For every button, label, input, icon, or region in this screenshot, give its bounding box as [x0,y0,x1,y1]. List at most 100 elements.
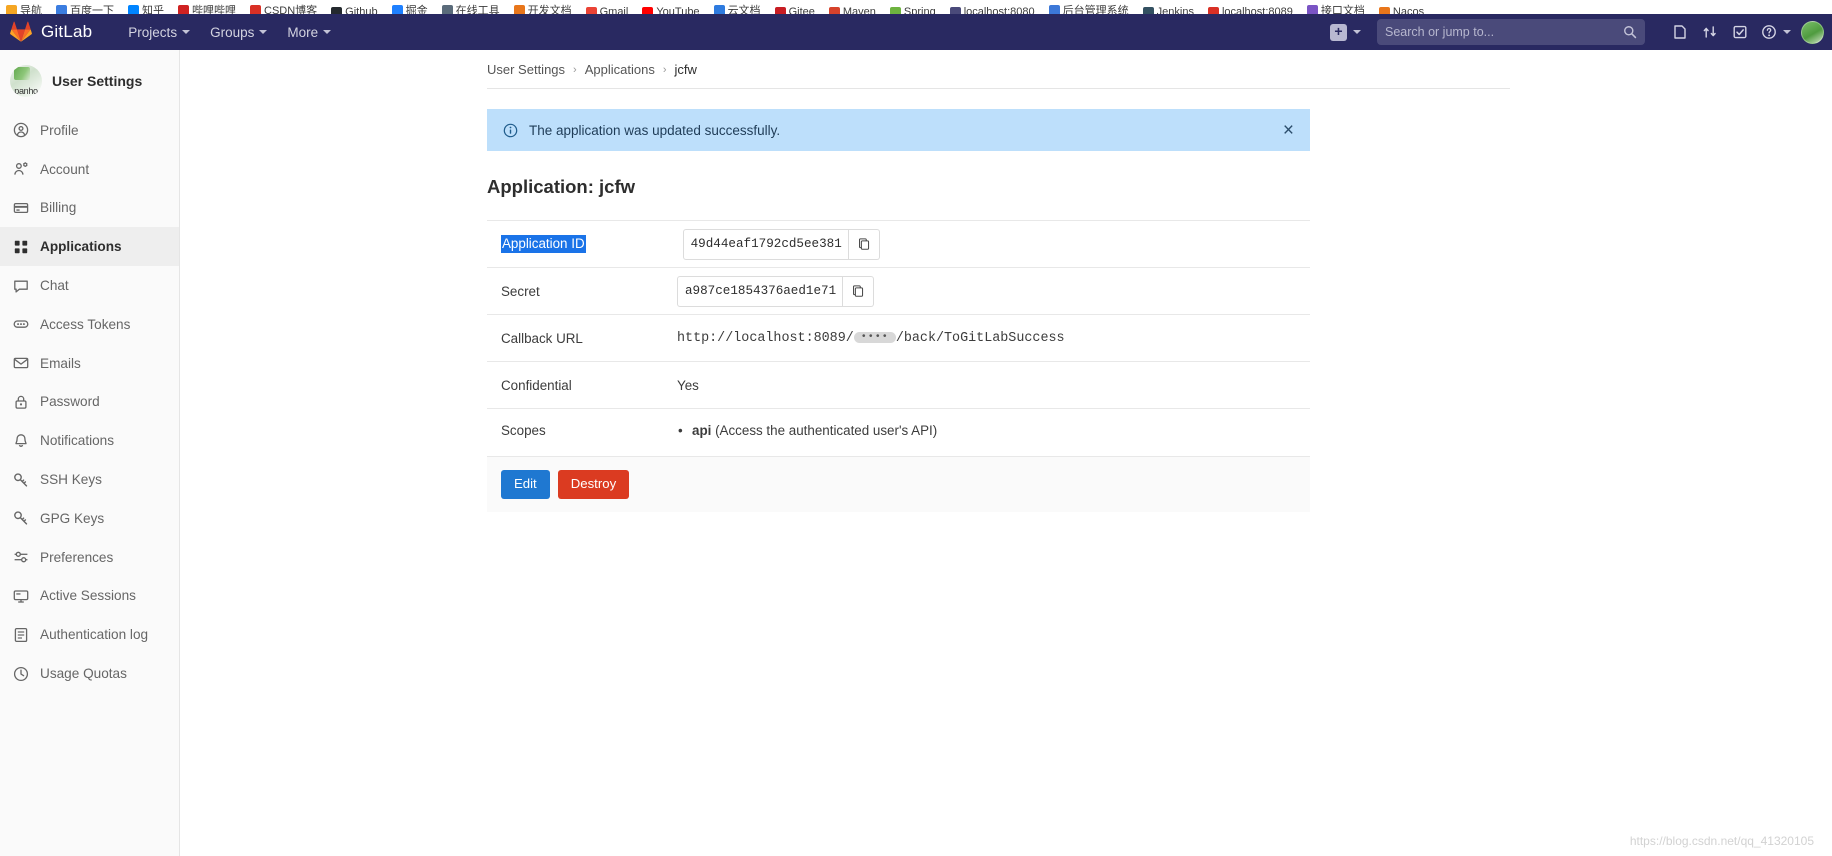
destroy-button[interactable]: Destroy [557,470,630,499]
bookmark-favicon-icon [178,4,189,14]
sidebar-item-notifications[interactable]: Notifications [0,421,179,460]
clipboard-icon [853,285,864,297]
breadcrumb-separator-icon: › [662,63,667,76]
bookmark-favicon-icon [1378,6,1390,14]
copy-application-id-button[interactable] [848,228,880,260]
bookmark-item[interactable]: 导航 [6,2,42,14]
sidebar-item-active-sessions[interactable]: Active Sessions [0,577,179,616]
bookmark-item[interactable]: localhost:8089 [1207,6,1293,14]
sidebar-item-chat[interactable]: Chat [0,266,179,305]
breadcrumb-user-settings[interactable]: User Settings [487,62,565,77]
table-row-secret: Secret a987ce1854376aed1e71 [487,267,1310,314]
sidebar-item-authentication-log[interactable]: Authentication log [0,615,179,654]
bookmark-item[interactable]: 云文档 [713,2,761,14]
scope-name: api [692,423,712,438]
bookmark-item[interactable]: 在线工具 [441,2,500,14]
bookmark-label: Jenkins [1156,6,1194,14]
bookmark-favicon-icon [1142,6,1154,14]
bookmark-label: Github [345,6,378,14]
edit-button[interactable]: Edit [501,470,550,499]
plus-icon: + [1330,23,1347,41]
bookmark-item[interactable]: 知乎 [128,2,164,14]
bookmark-item[interactable]: 开发文档 [513,2,572,14]
chevron-down-icon [323,30,332,34]
application-id-field[interactable]: 49d44eaf1792cd5ee381 [682,228,849,260]
merge-requests-icon[interactable] [1695,17,1725,47]
table-row-application-id: Application ID 49d44eaf1792cd5ee381 [487,220,1310,267]
bookmark-label: Gitee [788,6,815,14]
sidebar-title: User Settings [52,73,143,89]
sidebar-item-label: Emails [40,355,81,371]
help-icon[interactable] [1755,17,1797,47]
sidebar-item-emails[interactable]: Emails [0,344,179,383]
secret-field[interactable]: a987ce1854376aed1e71 [677,275,843,307]
bookmark-item[interactable]: Spring [889,6,936,14]
sidebar-item-profile[interactable]: Profile [0,111,179,150]
sidebar-item-label: Active Sessions [40,588,136,604]
issues-glyph [1674,25,1686,39]
sidebar-item-label: Preferences [40,549,114,565]
bookmark-item[interactable]: 后台管理系统 [1048,2,1129,14]
sidebar-item-preferences[interactable]: Preferences [0,538,179,577]
browser-bookmarks-bar[interactable]: 导航 百度一下 知乎 哔哩哔哩 CSDN博客 Github 掘金 在线工具 开发文档 Gmail Y… [0,0,1832,14]
search-icon [1624,26,1637,39]
gitlab-logo-link[interactable]: GitLab [10,21,92,43]
bookmark-item[interactable]: Maven [828,6,876,14]
bookmark-item[interactable]: Gitee [774,6,815,14]
breadcrumb-applications[interactable]: Applications [585,62,655,77]
user-avatar[interactable] [1801,20,1824,44]
close-icon[interactable]: × [1281,121,1296,140]
bookmark-item[interactable]: 掘金 [391,2,428,14]
sidebar-item-gpg-keys[interactable]: GPG Keys [0,499,179,538]
copy-secret-button[interactable] [843,275,874,307]
bookmark-item[interactable]: 哔哩哔哩 [178,2,236,14]
search-input[interactable] [1385,25,1623,39]
bookmark-favicon-icon [441,4,453,14]
bookmark-item[interactable]: Nacos [1378,6,1424,14]
chevron-down-icon [182,30,191,34]
bookmark-label: 导航 [20,5,42,14]
bookmark-favicon-icon [828,6,840,14]
quota-clock-icon [13,666,29,681]
sidebar-item-account[interactable]: Account [0,150,179,189]
nav-item-more[interactable]: More [277,19,341,46]
table-row-confidential: Confidential Yes [487,361,1310,408]
sidebar-item-billing[interactable]: Billing [0,189,179,228]
bookmark-favicon-icon [128,4,139,14]
bookmark-item[interactable]: 接口文档 [1306,2,1365,14]
bookmark-item[interactable]: YouTube [642,6,700,14]
bookmark-item[interactable]: Jenkins [1142,6,1194,14]
scopes-label: Scopes [501,423,546,438]
todos-icon[interactable] [1725,17,1755,47]
nav-item-groups[interactable]: Groups [200,19,277,46]
user-circle-icon [13,123,29,138]
sidebar-item-access-tokens[interactable]: Access Tokens [0,305,179,344]
application-id-label: Application ID [501,235,586,253]
breadcrumb-current: jcfw [674,62,697,77]
bookmark-favicon-icon [1306,4,1318,14]
nav-item-projects[interactable]: Projects [118,19,200,46]
avatar-label: panho [14,86,38,96]
issues-icon[interactable] [1665,17,1695,47]
sidebar-item-applications[interactable]: Applications [0,227,179,267]
action-buttons: Edit Destroy [487,456,1310,512]
todos-glyph [1733,25,1747,39]
sidebar-item-label: Chat [40,278,69,294]
sidebar-item-password[interactable]: Password [0,383,179,422]
bookmark-label: 后台管理系统 [1062,5,1129,14]
bookmark-item[interactable]: Github [331,6,378,14]
sidebar-item-label: Usage Quotas [40,666,127,682]
sidebar-item-ssh-keys[interactable]: SSH Keys [0,460,179,499]
bell-icon [15,433,27,447]
bookmark-item[interactable]: CSDN博客 [250,2,317,14]
search-box[interactable] [1377,19,1645,45]
sidebar-item-usage-quotas[interactable]: Usage Quotas [0,654,179,693]
account-gear-icon [14,162,28,175]
bookmark-item[interactable]: 百度一下 [56,2,114,14]
bookmark-item[interactable]: localhost:8080 [949,6,1035,14]
callback-url-label: Callback URL [501,330,583,346]
bookmark-item[interactable]: Gmail [585,6,628,14]
chevron-down-icon [1353,30,1361,34]
create-new-menu[interactable]: + [1330,23,1361,41]
callback-url-prefix: http://localhost:8089/ [677,330,854,346]
